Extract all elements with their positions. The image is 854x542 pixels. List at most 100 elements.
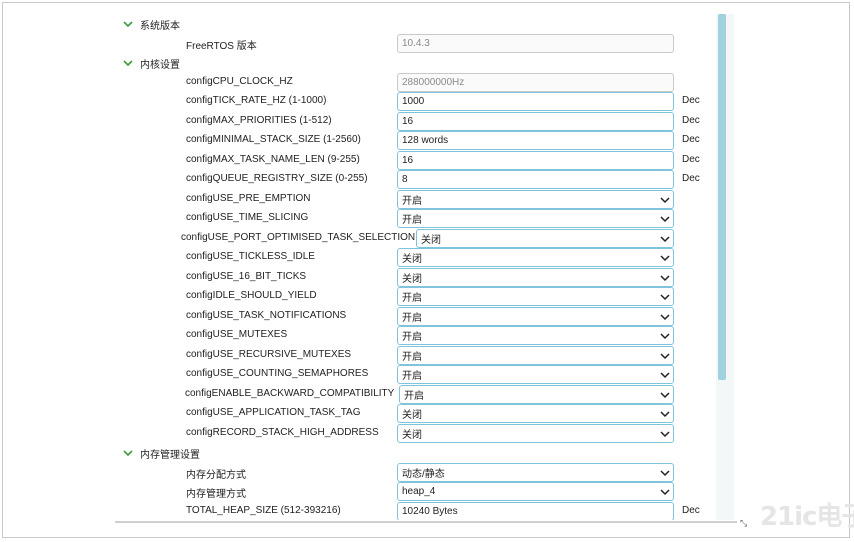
row-alloc-method: 内存分配方式 动态/静态 (115, 463, 735, 483)
row-app-task-tag: configUSE_APPLICATION_TASK_TAG 关闭 (115, 404, 735, 424)
time-slicing-select[interactable]: 开启 (397, 209, 674, 228)
unit-label: Dec (682, 505, 700, 516)
select-value: 关闭 (421, 235, 441, 246)
select-value: 关闭 (402, 274, 422, 285)
field-label: configTICK_RATE_HZ (1-1000) (186, 95, 327, 106)
select-value: 开启 (402, 352, 422, 363)
row-backward-compat: configENABLE_BACKWARD_COMPATIBILITY 开启 (115, 385, 735, 405)
select-value: 开启 (402, 196, 422, 207)
total-heap-input[interactable]: 10240 Bytes (397, 502, 674, 520)
tick-rate-input[interactable]: 1000 (397, 92, 674, 111)
row-total-heap: TOTAL_HEAP_SIZE (512-393216) 10240 Bytes… (115, 502, 735, 520)
minimal-stack-input[interactable]: 128 words (397, 131, 674, 150)
field-label: FreeRTOS 版本 (186, 41, 257, 52)
row-freertos-version: FreeRTOS 版本 10.4.3 (115, 34, 735, 54)
record-stack-high-select[interactable]: 关闭 (397, 424, 674, 443)
section-memory-settings[interactable]: 内存管理设置 (123, 445, 200, 461)
section-kernel-settings[interactable]: 内核设置 (123, 55, 180, 71)
field-label: TOTAL_HEAP_SIZE (512-393216) (186, 505, 341, 516)
divider (115, 521, 737, 523)
row-manage-method: 内存管理方式 heap_4 (115, 482, 735, 502)
settings-panel: 系统版本 FreeRTOS 版本 10.4.3 内核设置 configCPU_C… (115, 12, 735, 520)
unit-label: Dec (682, 154, 700, 165)
field-label: configUSE_APPLICATION_TASK_TAG (186, 407, 361, 418)
chevron-down-icon (123, 448, 133, 458)
pre-emption-select[interactable]: 开启 (397, 190, 674, 209)
chevron-down-icon (660, 409, 670, 419)
chevron-down-icon (660, 370, 670, 380)
chevron-down-icon (660, 351, 670, 361)
chevron-down-icon (660, 390, 670, 400)
field-label: configUSE_PRE_EMPTION (186, 193, 311, 204)
field-label: configIDLE_SHOULD_YIELD (186, 290, 317, 301)
chevron-down-icon (123, 58, 133, 68)
select-value: 动态/静态 (402, 469, 445, 480)
recursive-mutexes-select[interactable]: 开启 (397, 346, 674, 365)
field-label: 内存管理方式 (186, 489, 246, 500)
field-label: configUSE_TIME_SLICING (186, 212, 309, 223)
field-label: configQUEUE_REGISTRY_SIZE (0-255) (186, 173, 368, 184)
mutexes-select[interactable]: 开启 (397, 326, 674, 345)
select-value: 开启 (402, 371, 422, 382)
select-value: heap_4 (402, 486, 436, 497)
backward-compat-select[interactable]: 开启 (399, 385, 674, 404)
chevron-down-icon (660, 429, 670, 439)
max-task-name-input[interactable]: 16 (397, 151, 674, 170)
watermark: 21ic电子网 (760, 502, 854, 532)
select-value: 开启 (402, 293, 422, 304)
field-label: configUSE_16_BIT_TICKS (186, 271, 307, 282)
field-label: configUSE_TASK_NOTIFICATIONS (186, 310, 347, 321)
select-value: 开启 (404, 391, 424, 402)
field-label: configMAX_PRIORITIES (1-512) (186, 115, 332, 126)
row-mutexes: configUSE_MUTEXES 开启 (115, 326, 735, 346)
max-priorities-input[interactable]: 16 (397, 112, 674, 131)
unit-label: Dec (682, 173, 700, 184)
field-label: configUSE_TICKLESS_IDLE (186, 251, 315, 262)
counting-semaphores-select[interactable]: 开启 (397, 365, 674, 384)
section-system-version[interactable]: 系统版本 (123, 16, 180, 32)
chevron-down-icon (660, 331, 670, 341)
select-value: 开启 (402, 313, 422, 324)
chevron-down-icon (660, 487, 670, 497)
row-recursive-mutexes: configUSE_RECURSIVE_MUTEXES 开启 (115, 346, 735, 366)
field-label: configUSE_COUNTING_SEMAPHORES (186, 368, 369, 379)
idle-should-yield-select[interactable]: 开启 (397, 287, 674, 306)
row-record-stack-high: configRECORD_STACK_HIGH_ADDRESS 关闭 (115, 424, 735, 444)
row-counting-semaphores: configUSE_COUNTING_SEMAPHORES 开启 (115, 365, 735, 385)
task-notifications-select[interactable]: 开启 (397, 307, 674, 326)
select-value: 关闭 (402, 254, 422, 265)
select-value: 关闭 (402, 430, 422, 441)
select-value: 开启 (402, 215, 422, 226)
16bit-ticks-select[interactable]: 关闭 (397, 268, 674, 287)
row-task-notifications: configUSE_TASK_NOTIFICATIONS 开启 (115, 307, 735, 327)
field-label: configUSE_RECURSIVE_MUTEXES (186, 349, 352, 360)
queue-registry-input[interactable]: 8 (397, 170, 674, 189)
section-title: 内核设置 (140, 59, 180, 71)
resize-grip-icon[interactable]: ⤡ (740, 518, 747, 529)
chevron-down-icon (660, 468, 670, 478)
row-cpu-clock: configCPU_CLOCK_HZ 288000000Hz (115, 73, 735, 93)
manage-method-select[interactable]: heap_4 (397, 482, 674, 501)
app-task-tag-select[interactable]: 关闭 (397, 404, 674, 423)
field-label: configMINIMAL_STACK_SIZE (1-2560) (186, 134, 361, 145)
freertos-version-field: 10.4.3 (397, 34, 674, 53)
row-tick-rate: configTICK_RATE_HZ (1-1000) 1000 Dec (115, 92, 735, 112)
row-16bit-ticks: configUSE_16_BIT_TICKS 关闭 (115, 268, 735, 288)
section-title: 系统版本 (140, 20, 180, 32)
tickless-idle-select[interactable]: 关闭 (397, 248, 674, 267)
field-label: configENABLE_BACKWARD_COMPATIBILITY (185, 388, 395, 399)
field-label: configRECORD_STACK_HIGH_ADDRESS (186, 427, 379, 438)
scrollbar-thumb[interactable] (718, 14, 726, 380)
port-optimised-select[interactable]: 关闭 (416, 229, 674, 248)
unit-label: Dec (682, 115, 700, 126)
select-value: 关闭 (402, 410, 422, 421)
row-queue-registry: configQUEUE_REGISTRY_SIZE (0-255) 8 Dec (115, 170, 735, 190)
chevron-down-icon (660, 195, 670, 205)
section-title: 内存管理设置 (140, 449, 200, 461)
row-max-task-name: configMAX_TASK_NAME_LEN (9-255) 16 Dec (115, 151, 735, 171)
row-minimal-stack: configMINIMAL_STACK_SIZE (1-2560) 128 wo… (115, 131, 735, 151)
row-idle-should-yield: configIDLE_SHOULD_YIELD 开启 (115, 287, 735, 307)
alloc-method-select[interactable]: 动态/静态 (397, 463, 674, 482)
cpu-clock-field: 288000000Hz (397, 73, 674, 92)
field-label: configCPU_CLOCK_HZ (186, 76, 293, 87)
